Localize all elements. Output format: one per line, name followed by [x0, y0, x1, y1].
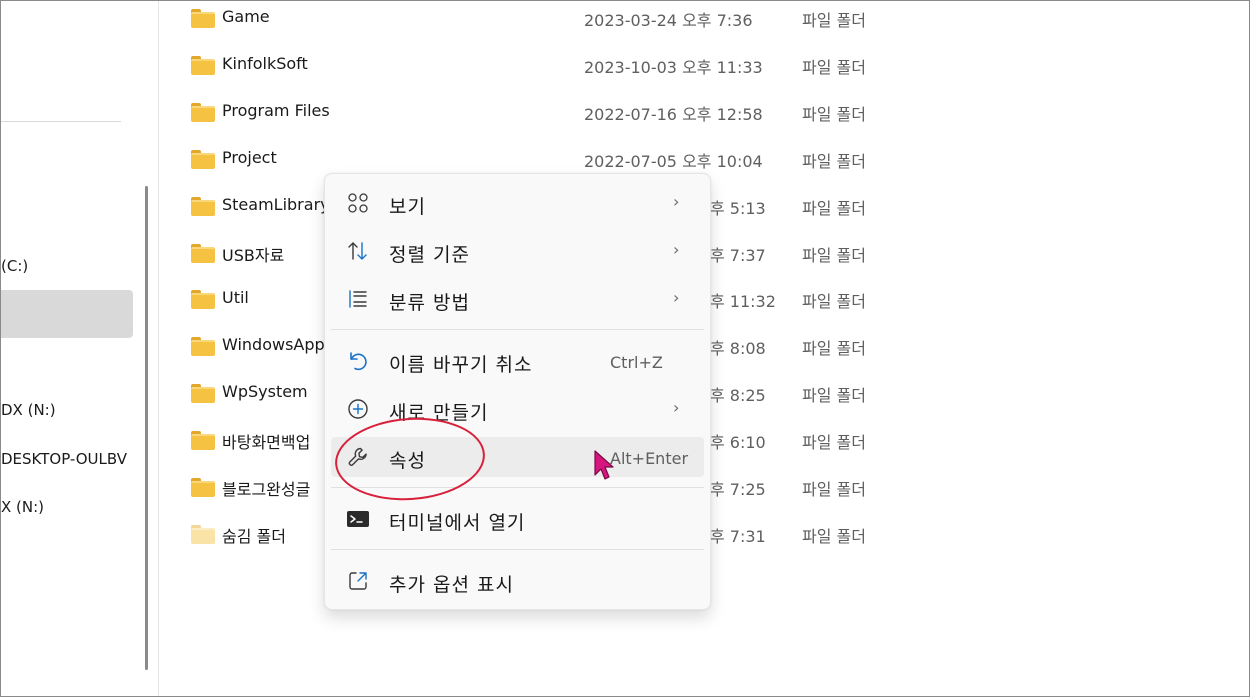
file-date-modified: 2023-03-24 오후 7:36 — [584, 11, 753, 30]
mouse-cursor-icon — [594, 450, 614, 480]
nav-item-drive-n-2[interactable]: X (N:) — [1, 498, 44, 516]
menu-item-undo-rename[interactable]: 이름 바꾸기 취소 Ctrl+Z — [331, 341, 704, 381]
file-type: 파일 폴더 — [802, 105, 866, 124]
folder-icon — [190, 244, 216, 263]
file-date-modified: 후 11:32 — [710, 292, 776, 311]
folder-icon — [190, 290, 216, 309]
menu-item-sort-by[interactable]: 정렬 기준 › — [331, 231, 704, 271]
folder-icon — [190, 56, 216, 75]
file-name: 숨김 폴더 — [222, 527, 286, 546]
file-type: 파일 폴더 — [802, 433, 866, 452]
menu-item-label: 이름 바꾸기 취소 — [389, 354, 533, 376]
view-grid-icon — [345, 191, 371, 215]
file-date-modified: 후 7:31 — [710, 527, 766, 546]
menu-item-group-by[interactable]: 분류 방법 › — [331, 279, 704, 319]
folder-icon — [190, 197, 216, 216]
sort-icon — [345, 239, 371, 263]
file-date-modified: 2022-07-05 오후 10:04 — [584, 152, 763, 171]
folder-icon — [190, 478, 216, 497]
show-more-options-icon — [345, 569, 371, 593]
terminal-icon — [345, 507, 371, 531]
file-type: 파일 폴더 — [802, 58, 866, 77]
file-row[interactable]: Program Files 2022-07-16 오후 12:58 파일 폴더 — [190, 99, 910, 124]
file-name: KinfolkSoft — [222, 54, 308, 73]
menu-item-label: 정렬 기준 — [389, 244, 470, 266]
file-type: 파일 폴더 — [802, 199, 866, 218]
file-date-modified: 후 5:13 — [710, 199, 766, 218]
file-name: 바탕화면백업 — [222, 433, 311, 452]
menu-separator — [331, 549, 704, 550]
group-by-icon — [345, 287, 371, 311]
file-type: 파일 폴더 — [802, 292, 866, 311]
new-plus-icon — [345, 397, 371, 421]
menu-item-open-in-terminal[interactable]: 터미널에서 열기 — [331, 499, 704, 539]
file-type: 파일 폴더 — [802, 480, 866, 499]
menu-item-shortcut: Alt+Enter — [610, 449, 689, 468]
file-name: WpSystem — [222, 382, 308, 401]
file-name: SteamLibrary — [222, 195, 330, 214]
nav-scrollbar[interactable] — [145, 186, 148, 670]
folder-icon — [190, 150, 216, 169]
folder-icon — [190, 384, 216, 403]
file-name: Program Files — [222, 101, 330, 120]
menu-item-label: 추가 옵션 표시 — [389, 574, 514, 596]
nav-separator — [1, 121, 121, 122]
context-menu: 보기 › 정렬 기준 › 분류 방법 › 이름 바꾸기 취소 Ctrl+Z 새로… — [324, 173, 711, 610]
file-date-modified: 후 7:25 — [710, 480, 766, 499]
file-name: Game — [222, 7, 270, 26]
undo-icon — [345, 349, 371, 373]
chevron-right-icon: › — [673, 288, 680, 307]
menu-item-shortcut: Ctrl+Z — [610, 353, 663, 372]
file-type: 파일 폴더 — [802, 339, 866, 358]
nav-item-drive-n[interactable]: DX (N:) — [1, 401, 56, 419]
file-type: 파일 폴더 — [802, 386, 866, 405]
file-type: 파일 폴더 — [802, 11, 866, 30]
menu-item-label: 터미널에서 열기 — [389, 512, 526, 534]
menu-item-label: 보기 — [389, 196, 426, 218]
file-row[interactable]: Project 2022-07-05 오후 10:04 파일 폴더 — [190, 146, 910, 171]
menu-item-label: 분류 방법 — [389, 292, 470, 314]
chevron-right-icon: › — [673, 398, 680, 417]
file-name: WindowsApp — [222, 335, 325, 354]
file-date-modified: 2023-10-03 오후 11:33 — [584, 58, 763, 77]
nav-item-drive-c[interactable]: (C:) — [1, 257, 28, 275]
file-name: Project — [222, 148, 277, 167]
file-type: 파일 폴더 — [802, 152, 866, 171]
folder-icon — [190, 9, 216, 28]
file-date-modified: 후 8:25 — [710, 386, 766, 405]
menu-item-show-more-options[interactable]: 추가 옵션 표시 — [331, 561, 704, 601]
file-row[interactable]: KinfolkSoft 2023-10-03 오후 11:33 파일 폴더 — [190, 52, 910, 77]
file-type: 파일 폴더 — [802, 527, 866, 546]
pane-divider[interactable] — [158, 1, 159, 696]
file-row[interactable]: Game 2023-03-24 오후 7:36 파일 폴더 — [190, 5, 910, 30]
folder-icon — [190, 431, 216, 450]
file-date-modified: 후 6:10 — [710, 433, 766, 452]
nav-selected-highlight[interactable] — [1, 290, 133, 338]
folder-icon — [190, 525, 216, 544]
file-name: Util — [222, 288, 249, 307]
file-type: 파일 폴더 — [802, 246, 866, 265]
folder-icon — [190, 337, 216, 356]
file-date-modified: 2022-07-16 오후 12:58 — [584, 105, 763, 124]
chevron-right-icon: › — [673, 192, 680, 211]
nav-item-network-desktop[interactable]: DESKTOP-OULBV — [1, 450, 127, 468]
file-date-modified: 후 8:08 — [710, 339, 766, 358]
file-date-modified: 후 7:37 — [710, 246, 766, 265]
menu-separator — [331, 329, 704, 330]
folder-icon — [190, 103, 216, 122]
file-name: 블로그완성글 — [222, 480, 311, 499]
menu-item-view[interactable]: 보기 › — [331, 183, 704, 223]
chevron-right-icon: › — [673, 240, 680, 259]
file-name: USB자료 — [222, 246, 285, 265]
navigation-pane: (C:) DX (N:) DESKTOP-OULBV X (N:) — [1, 1, 135, 696]
